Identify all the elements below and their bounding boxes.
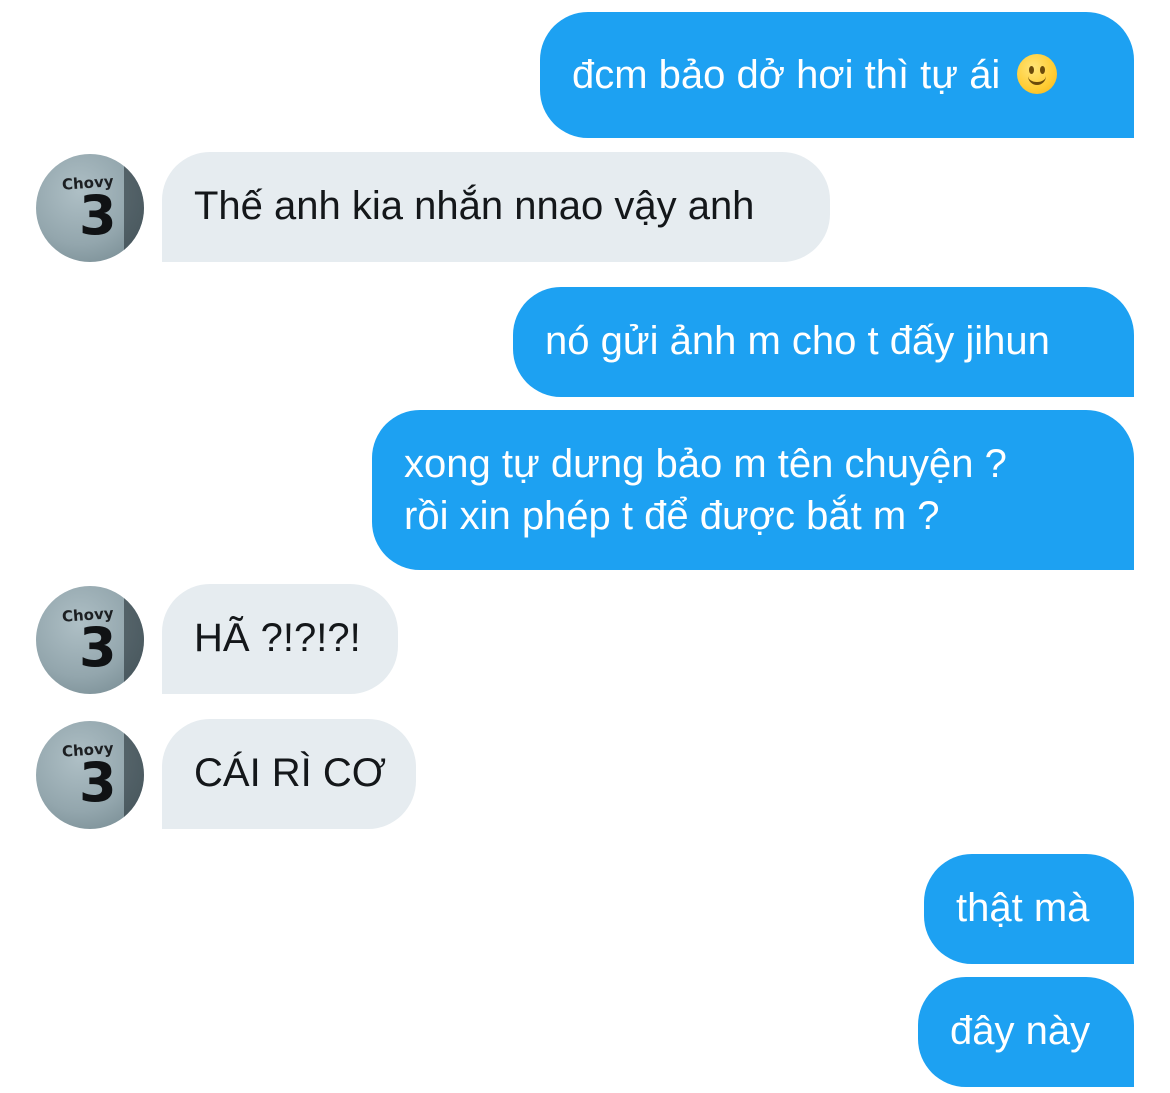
message-text: nó gửi ảnh m cho t đấy jihun	[545, 319, 1050, 363]
message-bubble-outgoing[interactable]: đây này	[918, 977, 1134, 1087]
message-text: đây này	[950, 1009, 1091, 1053]
avatar-number-text: 3	[79, 751, 117, 814]
message-text: Thế anh kia nhắn nnao vậy anh	[194, 184, 755, 228]
message-bubble-incoming[interactable]: HÃ ?!?!?!	[162, 584, 398, 694]
avatar[interactable]: Chovy 3	[36, 586, 144, 694]
message-bubble-incoming[interactable]: CÁI RÌ CƠ	[162, 719, 416, 829]
message-text: đcm bảo dở hơi thì tự ái	[572, 53, 1001, 97]
message-text: HÃ ?!?!?!	[194, 616, 361, 660]
message-thread: đcm bảo dở hơi thì tự ái Chovy 3 Thế anh…	[0, 0, 1170, 1093]
message-text-line: rồi xin phép t để được bắt m ?	[404, 494, 940, 538]
message-bubble-outgoing[interactable]: xong tự dưng bảo m tên chuyện ? rồi xin …	[372, 410, 1134, 570]
message-bubble-incoming[interactable]: Thế anh kia nhắn nnao vậy anh	[162, 152, 830, 262]
message-bubble-outgoing[interactable]: đcm bảo dở hơi thì tự ái	[540, 12, 1134, 138]
slightly-smiling-face-icon	[1017, 54, 1058, 94]
message-bubble-outgoing[interactable]: thật mà	[924, 854, 1134, 964]
message-text-line: xong tự dưng bảo m tên chuyện ?	[404, 442, 1007, 486]
avatar[interactable]: Chovy 3	[36, 721, 144, 829]
message-text: thật mà	[956, 886, 1090, 930]
message-text: CÁI RÌ CƠ	[194, 751, 387, 795]
avatar-number-text: 3	[79, 616, 117, 679]
avatar[interactable]: Chovy 3	[36, 154, 144, 262]
avatar-number-text: 3	[79, 184, 117, 247]
message-bubble-outgoing[interactable]: nó gửi ảnh m cho t đấy jihun	[513, 287, 1134, 397]
